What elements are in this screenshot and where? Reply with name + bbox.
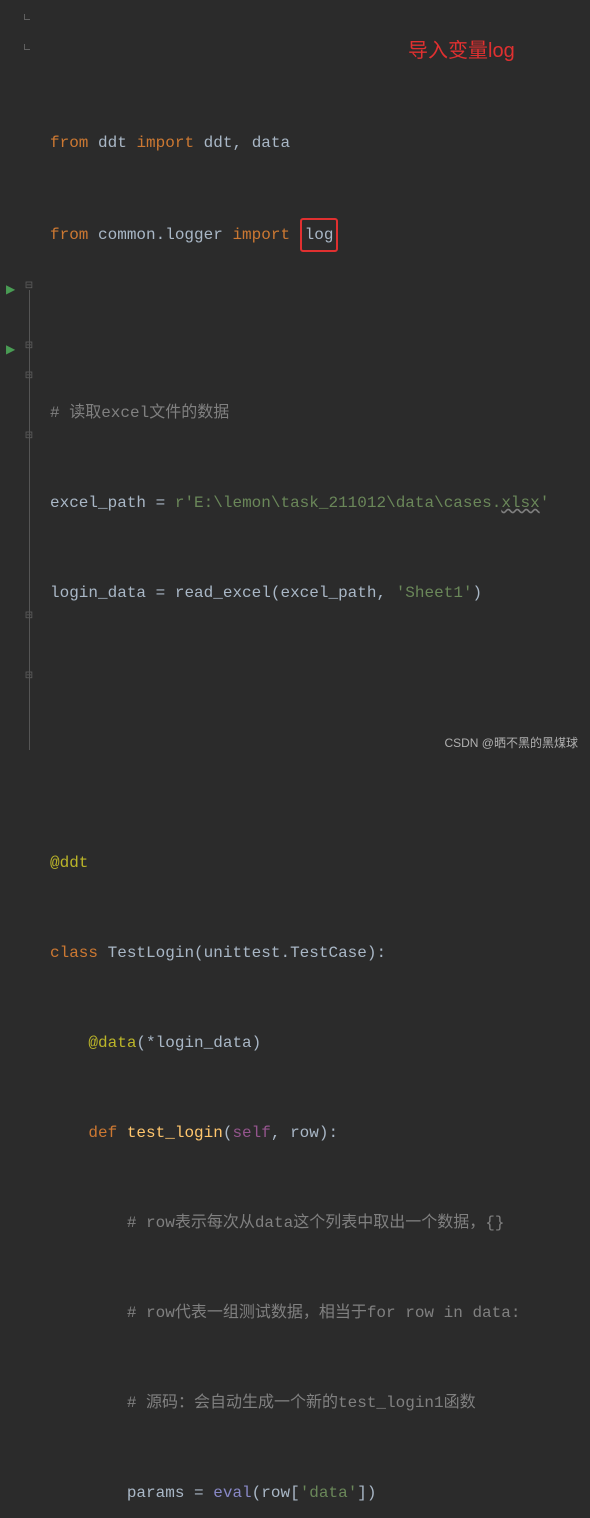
fold-icon[interactable]: ⊟ (24, 280, 34, 290)
code-line: login_data = read_excel(excel_path, 'She… (38, 578, 590, 608)
code-line: # row表示每次从data这个列表中取出一个数据，{} (38, 1208, 590, 1238)
annotation-text: 导入变量log (408, 36, 515, 66)
code-line: # 源码：会自动生成一个新的test_login1函数 (38, 1388, 590, 1418)
code-line: def test_login(self, row): (38, 1118, 590, 1148)
code-content[interactable]: 导入变量log from ddt import ddt, data from c… (38, 0, 590, 759)
run-arrow-icon[interactable]: ▶ (6, 282, 15, 297)
code-line: # row代表一组测试数据，相当于for row in data: (38, 1298, 590, 1328)
watermark-text: CSDN @晒不黑的黑煤球 (444, 734, 578, 751)
code-line: params = eval(row['data']) (38, 1478, 590, 1508)
run-arrow-icon[interactable]: ▶ (6, 342, 15, 357)
code-line: # 读取excel文件的数据 (38, 398, 590, 428)
code-editor: ▶ ⊟ ▶ ⊟ ⊟ ⊟ ⊟ ⊟ 导入变量log from ddt import … (0, 0, 590, 759)
code-line: from common.logger import log (38, 218, 590, 248)
code-line: @ddt (38, 848, 590, 878)
editor-gutter: ▶ ⊟ ▶ ⊟ ⊟ ⊟ ⊟ ⊟ (0, 0, 38, 759)
code-line: @data(*login_data) (38, 1028, 590, 1058)
code-line: excel_path = r'E:\lemon\task_211012\data… (38, 488, 590, 518)
code-line: class TestLogin(unittest.TestCase): (38, 938, 590, 968)
code-line: from ddt import ddt, data (38, 128, 590, 158)
highlight-box: log (300, 218, 339, 252)
